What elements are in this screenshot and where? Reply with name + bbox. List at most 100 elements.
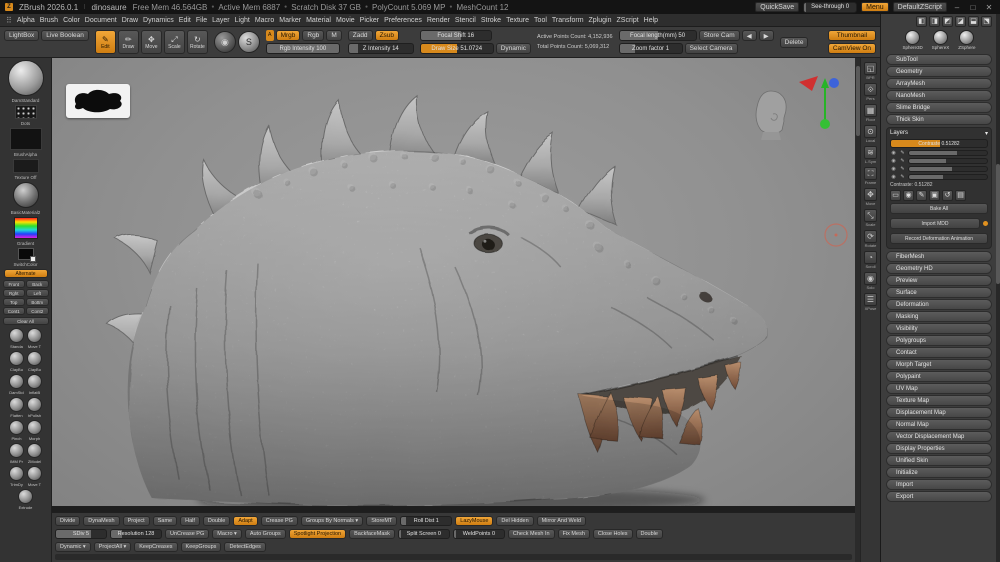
panel-section-deformation[interactable]: Deformation (886, 299, 992, 310)
menu-item[interactable]: Preferences (384, 17, 422, 24)
color-picker[interactable] (14, 217, 38, 239)
document-canvas[interactable] (52, 58, 855, 512)
paint-rgb-button[interactable]: Rgb (302, 30, 324, 41)
brush-thumb[interactable] (9, 466, 24, 481)
bottom-button[interactable]: Del Hidden (496, 516, 533, 526)
shelf-scale-icon[interactable]: ⤡Scale (864, 209, 877, 227)
maximize-icon[interactable]: □ (967, 3, 979, 12)
edit-mode-button[interactable]: ✎Edit (95, 30, 116, 54)
bottom-button[interactable]: Half (180, 516, 200, 526)
layer-record-icon[interactable]: ✎ (899, 150, 906, 156)
lightbox-button[interactable]: LightBox (4, 30, 39, 41)
menu-item[interactable]: File (196, 17, 207, 24)
panel-section-masking[interactable]: Masking (886, 311, 992, 322)
shelf-frame-icon[interactable]: ⛶Frame (864, 167, 877, 185)
camview-button[interactable]: CamView On (828, 43, 876, 54)
bottom-button[interactable]: BackfaceMask (349, 529, 395, 539)
bottom-button[interactable]: Double (636, 529, 663, 539)
panel-section-export[interactable]: Export (886, 491, 992, 502)
delete-camera-button[interactable]: Delete (780, 37, 809, 48)
quicksave-button[interactable]: QuickSave (755, 2, 799, 12)
panel-section-fibermesh[interactable]: FiberMesh (886, 251, 992, 262)
draw-mode-button[interactable]: ✏Draw (118, 30, 139, 54)
navigation-gizmo[interactable] (795, 74, 841, 134)
layer-row[interactable]: ◉✎ (890, 166, 988, 172)
bottom-button[interactable]: Check Mesh In (508, 529, 555, 539)
layers-contrast-slider[interactable]: Contraste 0.51282 (890, 139, 988, 148)
menu-item[interactable]: Render (427, 17, 450, 24)
layer-intensity-slider[interactable] (908, 150, 988, 156)
mini-icon[interactable]: ◉ (903, 190, 914, 201)
mini-icon[interactable]: ◨ (929, 16, 940, 27)
menu-item[interactable]: Dynamics (143, 17, 174, 24)
palette-grid-icon[interactable]: ⠿ (6, 16, 12, 25)
panel-section-uv-map[interactable]: UV Map (886, 383, 992, 394)
nav-button[interactable]: Back (26, 280, 49, 288)
bottom-button[interactable]: Dynamic ▾ (55, 542, 91, 552)
mini-icon[interactable]: ↺ (942, 190, 953, 201)
mini-icon[interactable]: ◧ (916, 16, 927, 27)
menu-item[interactable]: Macro (255, 17, 274, 24)
bottom-button[interactable]: Fix Mesh (558, 529, 590, 539)
clear-all-button[interactable]: Clear All (3, 317, 49, 325)
bottom-button[interactable]: Double (203, 516, 230, 526)
see-through-slider[interactable]: See-through 0 (803, 2, 857, 13)
record-deformation-button[interactable]: Record Deformation Animation (890, 233, 988, 244)
menu-item[interactable]: Transform (552, 17, 584, 24)
zoom-factor-slider[interactable]: Zoom factor 1 (619, 43, 683, 54)
main-color-swatch[interactable] (18, 248, 34, 260)
panel-section-unified-skin[interactable]: Unified Skin (886, 455, 992, 466)
panel-section-surface[interactable]: Surface (886, 287, 992, 298)
panel-section-geometry-hd[interactable]: Geometry HD (886, 263, 992, 274)
panel-section-morph-target[interactable]: Morph Target (886, 359, 992, 370)
bottom-button[interactable]: Spotlight Projection (289, 529, 346, 539)
brush-thumb[interactable] (9, 443, 24, 458)
nav-button[interactable]: Cont1 (3, 307, 26, 315)
bottom-button[interactable]: Close Holes (593, 529, 633, 539)
brush-thumb[interactable] (27, 420, 42, 435)
mini-icon[interactable]: ▣ (929, 190, 940, 201)
shelf-floor-icon[interactable]: ▦Floor (864, 104, 877, 122)
menu-item[interactable]: Document (85, 17, 117, 24)
shelf-scroll-icon[interactable]: ◔Scroll (864, 251, 877, 269)
default-zscript-button[interactable]: DefaultZScript (893, 2, 947, 12)
sculpt-zadd-button[interactable]: Zadd (348, 30, 373, 41)
layer-eye-icon[interactable]: ◉ (890, 150, 897, 156)
bottom-button[interactable]: LazyMouse (455, 516, 493, 526)
paint-m-button[interactable]: M (326, 30, 341, 41)
brush-thumb[interactable] (27, 397, 42, 412)
panel-section-import[interactable]: Import (886, 479, 992, 490)
layer-row[interactable]: ◉✎ (890, 158, 988, 164)
mini-icon[interactable]: ✎ (916, 190, 927, 201)
brush-thumb[interactable] (27, 466, 42, 481)
bottom-slider[interactable]: Roll Dist 1 (400, 516, 452, 526)
alternate-button[interactable]: Alternate (4, 269, 48, 278)
bottom-button[interactable]: StoreMT (366, 516, 397, 526)
cam-next-icon[interactable]: ▶ (759, 30, 774, 41)
menu-item[interactable]: Alpha (17, 17, 35, 24)
bottom-slider[interactable]: Split Screen 0 (398, 529, 450, 539)
close-icon[interactable]: ✕ (983, 3, 995, 12)
bottom-button[interactable]: Groups By Normals ▾ (301, 516, 363, 526)
panel-section-display-properties[interactable]: Display Properties (886, 443, 992, 454)
alpha-stamp-preview[interactable] (66, 84, 130, 118)
current-brush-thumbnail[interactable] (8, 60, 44, 96)
thumbnail-button[interactable]: Thumbnail (828, 30, 876, 41)
shelf-move-icon[interactable]: ✥Move (864, 188, 877, 206)
brush-thumb[interactable] (27, 443, 42, 458)
select-camera-button[interactable]: Select Camera (685, 43, 738, 54)
current-brush-icon[interactable]: ◉ (214, 31, 236, 53)
material-thumbnail[interactable] (13, 182, 39, 208)
panel-section-visibility[interactable]: Visibility (886, 323, 992, 334)
tool-spherex[interactable]: SphereX (932, 30, 950, 50)
panel-section-nanomesh[interactable]: NanoMesh (886, 90, 992, 101)
bottom-button[interactable]: KeepCreases (134, 542, 177, 552)
sculpt-viewport[interactable] (52, 58, 855, 512)
camview-head-thumbnail[interactable] (749, 88, 789, 140)
menu-item[interactable]: Marker (279, 17, 301, 24)
panel-section-preview[interactable]: Preview (886, 275, 992, 286)
shelf-local-icon[interactable]: ⊙Local (864, 125, 877, 143)
menu-item[interactable]: Stroke (481, 17, 501, 24)
bottom-button[interactable]: Project (123, 516, 150, 526)
menu-item[interactable]: Draw (122, 17, 138, 24)
